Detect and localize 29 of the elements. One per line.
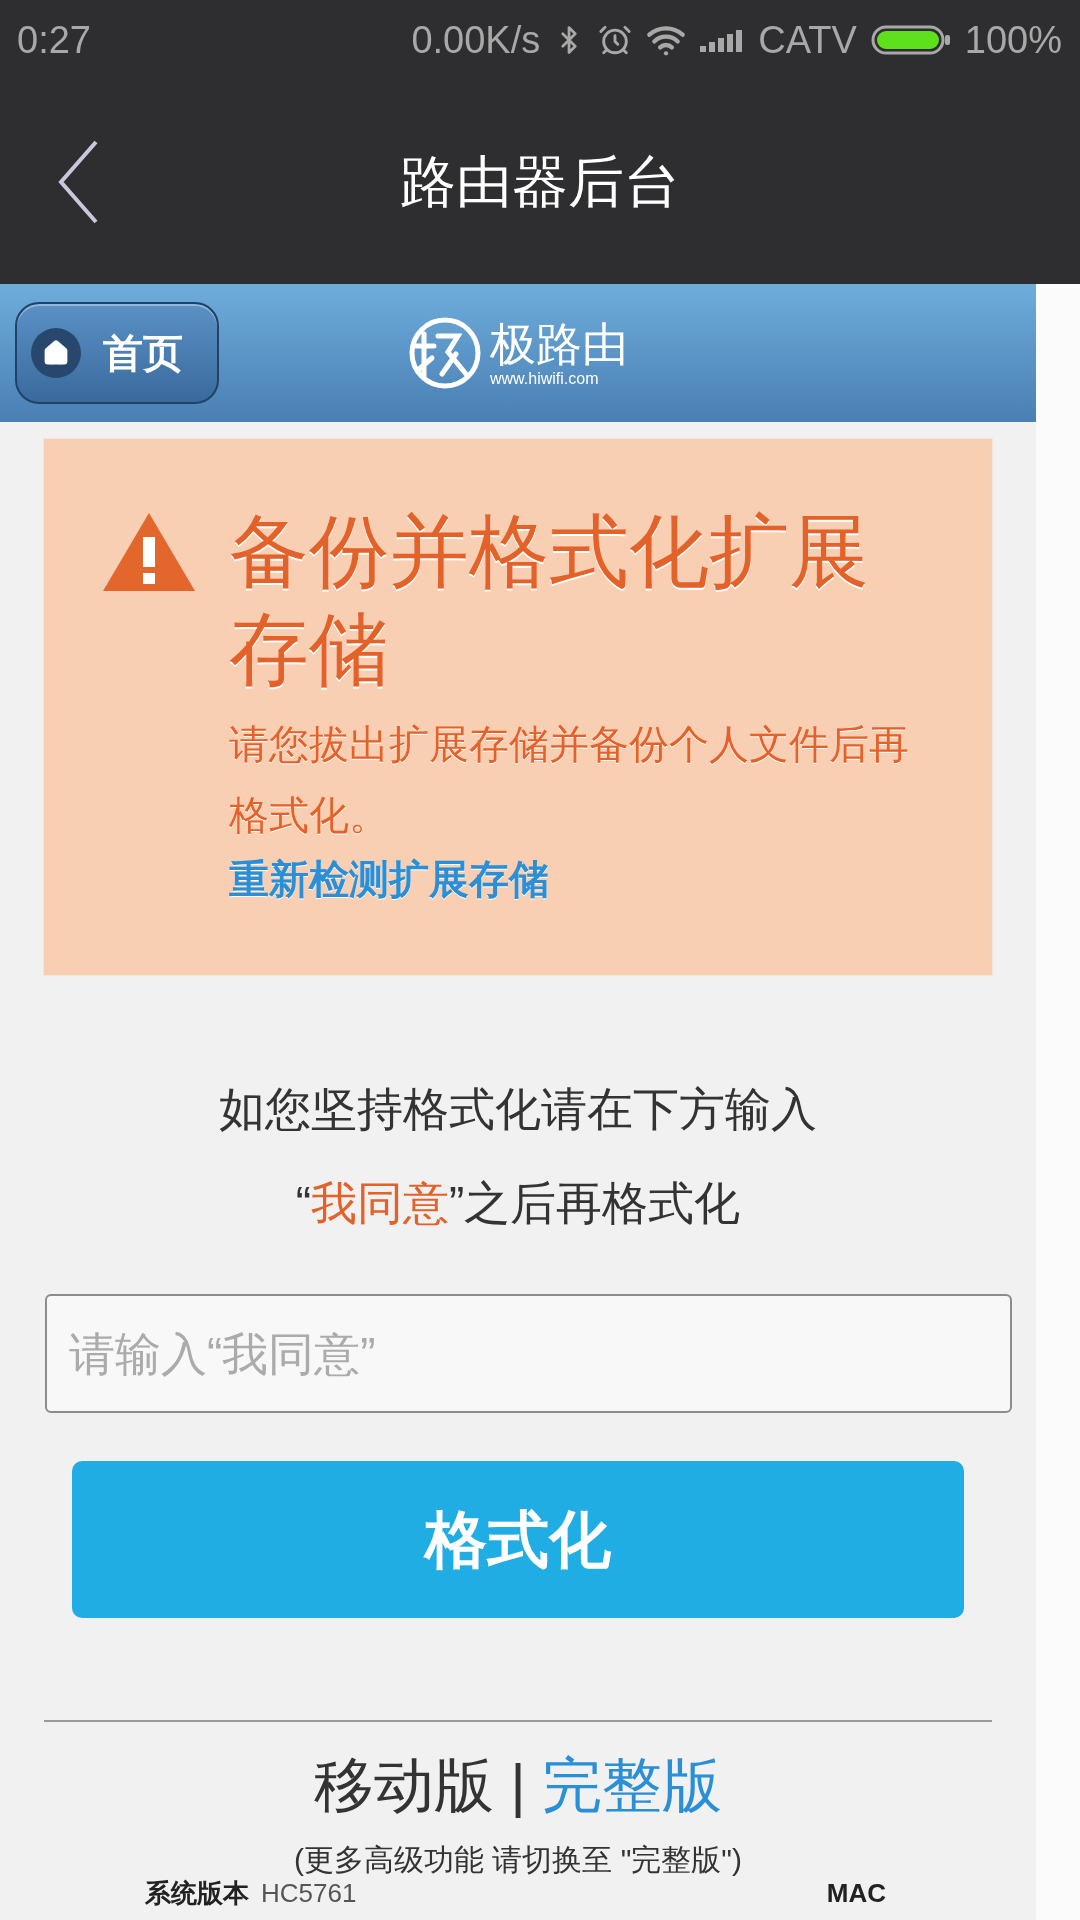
carrier-name: CATV: [758, 17, 857, 63]
signal-icon: [700, 28, 745, 52]
logo-text: 极路由: [490, 318, 628, 370]
logo-url: www.hiwifi.com: [490, 370, 599, 388]
home-icon: [31, 328, 81, 378]
version-link[interactable]: 完整版: [541, 1741, 722, 1831]
battery-icon: [870, 25, 951, 55]
back-icon[interactable]: [58, 140, 98, 224]
confirm-instruction: “我同意”之后再格式化: [295, 1176, 741, 1231]
warning-icon: [101, 511, 197, 593]
warning-message: 请您拔出扩展存储并备份个人文件后再格式化。: [229, 721, 910, 839]
format-button[interactable]: 格式化: [72, 1461, 964, 1618]
recheck-storage-link[interactable]: 重新检测扩展存储: [229, 851, 549, 907]
warning-title: 备份并格式化扩展存储: [229, 506, 870, 696]
version-separator: |: [510, 1751, 526, 1821]
instruction-text: 如您坚持格式化请在下方输入: [219, 1082, 817, 1137]
home-button[interactable]: 首页: [15, 302, 219, 404]
footer-note: (更多高级功能 请切换至 "完整版"): [294, 1842, 742, 1878]
confirm-input[interactable]: 请输入“我同意”: [45, 1294, 1012, 1413]
status-time: 0:27: [17, 17, 91, 63]
app-title: 路由器后台: [400, 149, 680, 215]
battery-percent: 100%: [964, 17, 1062, 63]
system-version-value: HC5761: [261, 1878, 357, 1908]
alarm-clock-icon: [598, 23, 633, 57]
current-version-label: 移动版: [314, 1751, 495, 1821]
network-speed: 0.00K/s: [411, 17, 541, 63]
logo-icon: [408, 316, 482, 390]
mac-label: MAC: [826, 1878, 886, 1908]
system-version-label: 系统版本: [145, 1878, 249, 1908]
